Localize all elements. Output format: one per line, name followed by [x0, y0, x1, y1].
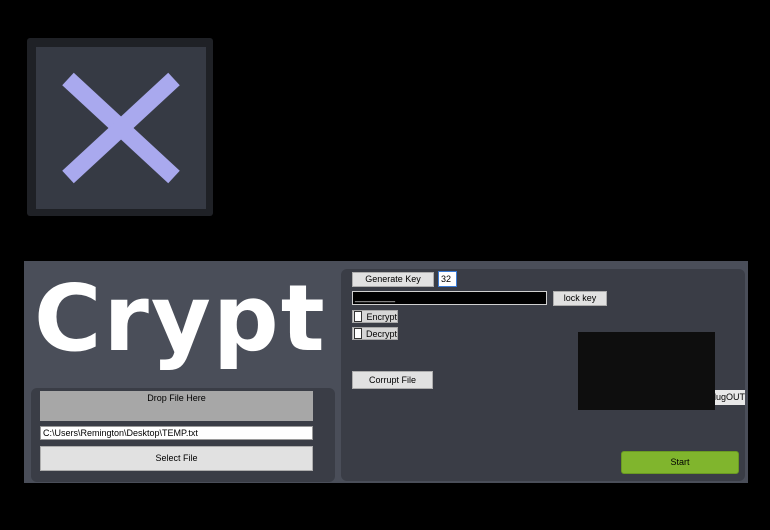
decrypt-checkbox[interactable]: Decrypt [352, 327, 398, 340]
checkbox-box[interactable] [354, 311, 363, 322]
encrypt-label: Encrypt [366, 311, 397, 322]
app-title: Crypt [34, 265, 327, 372]
generate-key-button[interactable]: Generate Key [352, 272, 434, 287]
lock-key-button[interactable]: lock key [553, 291, 607, 306]
close-x-icon [36, 47, 206, 209]
encrypt-checkbox[interactable]: Encrypt [352, 310, 398, 323]
key-field[interactable]: ________ [352, 291, 547, 305]
drop-file-zone[interactable]: Drop File Here [40, 391, 313, 421]
checkbox-box[interactable] [354, 328, 362, 339]
select-file-button[interactable]: Select File [40, 446, 313, 471]
key-length-input[interactable]: 32 [438, 271, 457, 287]
plugout-button[interactable]: PlugOUT [715, 390, 745, 405]
corrupt-file-button[interactable]: Corrupt File [352, 371, 433, 389]
decrypt-label: Decrypt [365, 328, 397, 339]
preview-box [578, 332, 715, 410]
file-path-field[interactable]: C:\Users\Remington\Desktop\TEMP.txt [40, 426, 313, 440]
start-button[interactable]: Start [621, 451, 739, 474]
